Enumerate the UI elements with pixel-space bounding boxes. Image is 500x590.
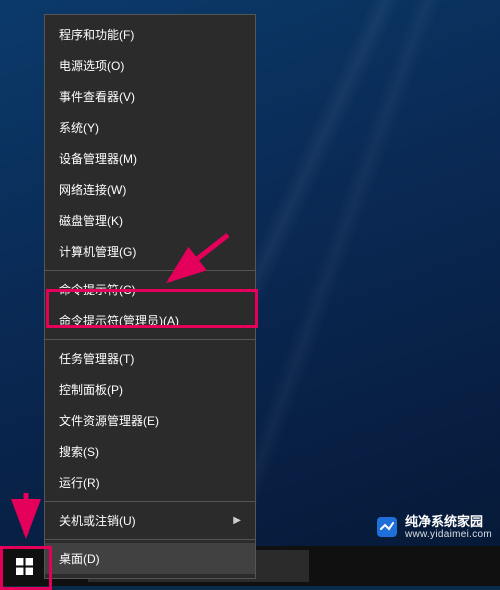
menu-separator bbox=[45, 539, 255, 540]
menu-item-label: 文件资源管理器(E) bbox=[59, 412, 159, 429]
menu-item-event-viewer[interactable]: 事件查看器(V) bbox=[45, 81, 255, 112]
menu-item-label: 任务管理器(T) bbox=[59, 350, 134, 367]
chevron-right-icon: ▶ bbox=[233, 515, 241, 526]
menu-item-device-manager[interactable]: 设备管理器(M) bbox=[45, 143, 255, 174]
menu-item-command-prompt[interactable]: 命令提示符(C) bbox=[45, 274, 255, 305]
menu-item-label: 设备管理器(M) bbox=[59, 150, 137, 167]
menu-item-desktop[interactable]: 桌面(D) bbox=[45, 543, 255, 574]
menu-item-label: 磁盘管理(K) bbox=[59, 212, 123, 229]
menu-item-control-panel[interactable]: 控制面板(P) bbox=[45, 374, 255, 405]
menu-item-power-options[interactable]: 电源选项(O) bbox=[45, 50, 255, 81]
menu-item-shutdown-signout[interactable]: 关机或注销(U) ▶ bbox=[45, 505, 255, 536]
menu-item-disk-management[interactable]: 磁盘管理(K) bbox=[45, 205, 255, 236]
menu-item-label: 命令提示符(C) bbox=[59, 281, 136, 298]
menu-item-label: 控制面板(P) bbox=[59, 381, 123, 398]
menu-item-label: 关机或注销(U) bbox=[59, 512, 136, 529]
menu-separator bbox=[45, 501, 255, 502]
watermark-title: 纯净系统家园 bbox=[405, 515, 492, 529]
watermark-logo-icon bbox=[375, 515, 399, 539]
menu-separator bbox=[45, 270, 255, 271]
menu-item-label: 计算机管理(G) bbox=[59, 243, 136, 260]
menu-item-programs-features[interactable]: 程序和功能(F) bbox=[45, 19, 255, 50]
menu-item-label: 程序和功能(F) bbox=[59, 26, 134, 43]
menu-item-system[interactable]: 系统(Y) bbox=[45, 112, 255, 143]
menu-item-file-explorer[interactable]: 文件资源管理器(E) bbox=[45, 405, 255, 436]
menu-item-search[interactable]: 搜索(S) bbox=[45, 436, 255, 467]
menu-item-label: 搜索(S) bbox=[59, 443, 99, 460]
menu-item-label: 系统(Y) bbox=[59, 119, 99, 136]
menu-item-label: 命令提示符(管理员)(A) bbox=[59, 312, 179, 329]
windows-logo-icon bbox=[16, 558, 33, 575]
menu-separator bbox=[45, 339, 255, 340]
menu-item-command-prompt-admin[interactable]: 命令提示符(管理员)(A) bbox=[45, 305, 255, 336]
menu-item-label: 运行(R) bbox=[59, 474, 100, 491]
watermark-url: www.yidaimei.com bbox=[405, 529, 492, 540]
menu-item-label: 电源选项(O) bbox=[59, 57, 124, 74]
menu-item-label: 事件查看器(V) bbox=[59, 88, 135, 105]
menu-item-label: 网络连接(W) bbox=[59, 181, 126, 198]
menu-item-computer-management[interactable]: 计算机管理(G) bbox=[45, 236, 255, 267]
start-button[interactable] bbox=[0, 546, 48, 586]
menu-item-run[interactable]: 运行(R) bbox=[45, 467, 255, 498]
menu-item-network-connections[interactable]: 网络连接(W) bbox=[45, 174, 255, 205]
menu-item-task-manager[interactable]: 任务管理器(T) bbox=[45, 343, 255, 374]
menu-item-label: 桌面(D) bbox=[59, 550, 100, 567]
watermark: 纯净系统家园 www.yidaimei.com bbox=[375, 515, 492, 540]
winx-context-menu: 程序和功能(F) 电源选项(O) 事件查看器(V) 系统(Y) 设备管理器(M)… bbox=[44, 14, 256, 579]
